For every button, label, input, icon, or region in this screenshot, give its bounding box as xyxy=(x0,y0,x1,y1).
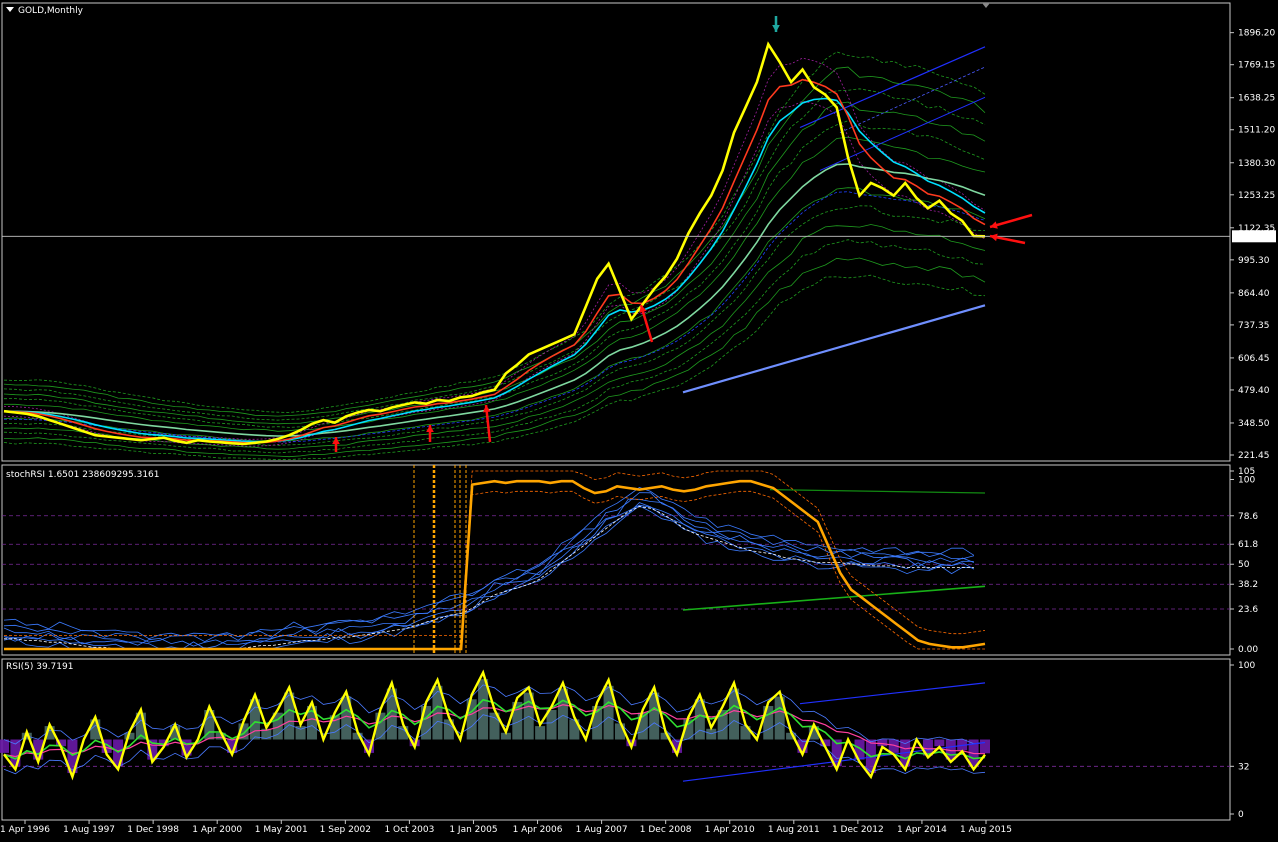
stoch-ytick-label-4: 50 xyxy=(1238,560,1250,570)
x-tick-label-1: 1 Aug 1997 xyxy=(63,825,115,835)
rsi-hist-bar-82 xyxy=(934,739,945,747)
price-trend-line xyxy=(682,304,986,394)
price-band-lower-3 xyxy=(3,239,986,454)
price-ytick-label-1: 1769.15 xyxy=(1238,61,1275,71)
panel-frame-1 xyxy=(1,464,1231,656)
chart-canvas: 1896.20 1769.15 1638.25 1511.20 1380.30 1253.… xyxy=(0,2,1276,835)
x-tick-label-6: 1 Oct 2003 xyxy=(384,825,434,835)
rsi-hist-bar-86 xyxy=(980,739,990,754)
x-tick-label-9: 1 Aug 2007 xyxy=(576,825,628,835)
rsi-hist-bar-0 xyxy=(0,739,9,753)
stoch-white-dashed xyxy=(4,506,974,650)
price-ytick-label-4: 1380.30 xyxy=(1238,159,1275,169)
x-tick-label-7: 1 Jan 2005 xyxy=(449,825,497,835)
price-ytick-label-3: 1511.20 xyxy=(1238,126,1275,136)
x-tick-label-2: 1 Dec 1998 xyxy=(127,825,179,835)
current-price-label: 1088.69 xyxy=(1235,232,1272,242)
price-ytick-label-7: 995.30 xyxy=(1238,256,1270,266)
x-tick-label-8: 1 Apr 2006 xyxy=(513,825,563,835)
rsi-hist-bar-48 xyxy=(546,709,557,740)
panel-frame-0 xyxy=(1,2,1231,462)
price-band-lower-5 xyxy=(3,274,986,461)
x-tick-label-15: 1 Aug 2015 xyxy=(960,825,1012,835)
price-ytick-label-12: 348.50 xyxy=(1238,419,1270,429)
price-band-upper-5 xyxy=(3,51,986,413)
price-blue-lower xyxy=(3,191,986,443)
price-ytick-label-2: 1638.25 xyxy=(1238,94,1275,104)
price-line xyxy=(3,41,986,446)
stoch-blue-line-2 xyxy=(3,504,974,650)
stoch-blue-line-1 xyxy=(3,502,975,650)
stoch-main-line xyxy=(4,479,986,651)
x-tick-label-12: 1 Aug 2011 xyxy=(768,825,820,835)
stoch-ytick-label-5: 38.2 xyxy=(1238,580,1258,590)
stoch-main-upper xyxy=(4,470,986,636)
stoch-title: stochRSI 1.6501 238609295.3161 xyxy=(6,470,160,480)
price-ytick-label-11: 479.40 xyxy=(1238,386,1270,396)
stoch-green-upper xyxy=(769,489,986,494)
x-tick-label-11: 1 Apr 2010 xyxy=(705,825,755,835)
x-tick-label-4: 1 May 2001 xyxy=(255,825,308,835)
x-tick-label-13: 1 Dec 2012 xyxy=(832,825,884,835)
rsi-ytick-label-0: 100 xyxy=(1238,661,1255,671)
x-tick-label-5: 1 Sep 2002 xyxy=(320,825,371,835)
arrow-down-icon-head xyxy=(772,24,780,32)
price-ytick-label-10: 606.45 xyxy=(1238,354,1270,364)
chevron-down-icon xyxy=(6,7,14,12)
stoch-blue-line-0 xyxy=(3,505,974,650)
stoch-ytick-label-3: 61.8 xyxy=(1238,540,1258,550)
stoch-blue-line-3 xyxy=(3,498,975,647)
price-band-upper-1 xyxy=(3,120,986,428)
window-title: GOLD,Monthly xyxy=(18,6,84,16)
x-tick-label-14: 1 Apr 2014 xyxy=(897,825,947,835)
price-ytick-label-13: 221.45 xyxy=(1238,451,1270,461)
stoch-ytick-label-1: 100 xyxy=(1238,475,1255,485)
x-tick-label-3: 1 Apr 2000 xyxy=(192,825,242,835)
stoch-blue-line-4 xyxy=(3,492,975,643)
stoch-ytick-label-2: 78.6 xyxy=(1238,512,1258,522)
price-ytick-label-5: 1253.25 xyxy=(1238,191,1275,201)
price-ytick-label-0: 1896.20 xyxy=(1238,29,1275,39)
price-trend-upper-1 xyxy=(799,46,986,129)
price-band-upper-2 xyxy=(3,101,986,425)
rsi-title: RSI(5) 39.7191 xyxy=(6,662,73,672)
price-ytick-label-8: 864.40 xyxy=(1238,289,1270,299)
x-tick-label-0: 1 Apr 1996 xyxy=(0,825,50,835)
stoch-ytick-label-6: 23.6 xyxy=(1238,605,1258,615)
stoch-green-lower xyxy=(682,585,986,611)
stoch-ytick-label-7: 0.00 xyxy=(1238,645,1258,655)
rsi-ytick-label-1: 32 xyxy=(1238,762,1249,772)
price-band-upper-0 xyxy=(4,136,986,432)
rsi-hist-bar-47 xyxy=(535,726,546,740)
price-band-upper-4 xyxy=(3,66,986,417)
price-ytick-label-9: 737.35 xyxy=(1238,321,1270,331)
stoch-blue-line-5 xyxy=(3,487,975,640)
scroll-marker-icon xyxy=(982,3,990,8)
rsi-ytick-label-2: 0 xyxy=(1238,810,1244,820)
x-tick-label-10: 1 Dec 2008 xyxy=(640,825,692,835)
arrow-up-icon-head xyxy=(482,405,491,413)
rsi-trend-upper xyxy=(799,682,986,705)
